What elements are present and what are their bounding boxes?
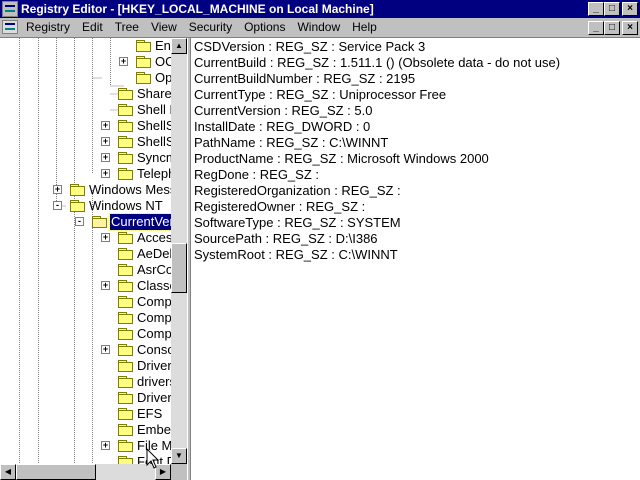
registry-value-row[interactable]: RegisteredOwner : REG_SZ : (194, 199, 365, 215)
horizontal-scroll-thumb[interactable] (16, 464, 96, 480)
registry-value-row[interactable]: SourcePath : REG_SZ : D:\I386 (194, 231, 378, 247)
vertical-scroll-thumb[interactable] (171, 243, 187, 293)
expand-icon[interactable]: + (53, 185, 62, 194)
registry-editor-app-icon[interactable] (2, 1, 18, 17)
expand-icon[interactable]: + (101, 137, 110, 146)
folder-icon (118, 232, 134, 244)
folder-icon (118, 312, 134, 324)
folder-icon (118, 328, 134, 340)
registry-values-pane[interactable]: CSDVersion : REG_SZ : Service Pack 3 Curr… (191, 38, 640, 480)
close-button[interactable]: × (622, 2, 638, 16)
registry-value-row[interactable]: SystemRoot : REG_SZ : C:\WINNT (194, 247, 398, 263)
folder-icon (118, 104, 134, 116)
folder-icon (118, 408, 134, 420)
menu-window[interactable]: Window (291, 18, 346, 37)
folder-icon (118, 424, 134, 436)
scrollbar-corner (171, 464, 187, 480)
expand-icon[interactable]: + (101, 233, 110, 242)
folder-icon (118, 120, 134, 132)
registry-value-row[interactable]: CurrentBuild : REG_SZ : 1.511.1 () (Obso… (194, 55, 560, 71)
registry-value-row[interactable]: RegDone : REG_SZ : (194, 167, 319, 183)
folder-icon (118, 248, 134, 260)
folder-icon (70, 200, 86, 212)
expand-icon[interactable]: + (101, 441, 110, 450)
open-folder-icon (92, 216, 108, 228)
folder-icon (118, 136, 134, 148)
folder-icon (136, 40, 152, 52)
folder-icon (118, 392, 134, 404)
menu-tree[interactable]: Tree (109, 18, 145, 37)
menu-bar: Registry Edit Tree View Security Options… (0, 18, 640, 38)
registry-value-row[interactable]: RegisteredOrganization : REG_SZ : (194, 183, 401, 199)
expand-icon[interactable]: + (101, 281, 110, 290)
folder-icon (118, 280, 134, 292)
registry-value-row[interactable]: CSDVersion : REG_SZ : Service Pack 3 (194, 39, 425, 55)
registry-value-row[interactable]: ProductName : REG_SZ : Microsoft Windows… (194, 151, 489, 167)
registry-value-row[interactable]: PathName : REG_SZ : C:\WINNT (194, 135, 388, 151)
mouse-pointer-icon (146, 448, 160, 469)
expand-icon[interactable]: + (101, 121, 110, 130)
child-restore-button[interactable]: □ (604, 21, 620, 35)
menu-registry[interactable]: Registry (20, 18, 76, 37)
folder-icon (136, 72, 152, 84)
folder-icon (118, 344, 134, 356)
menu-edit[interactable]: Edit (76, 18, 109, 37)
registry-value-row[interactable]: CurrentType : REG_SZ : Uniprocessor Free (194, 87, 446, 103)
tree-node-label[interactable]: EFS (136, 406, 163, 422)
collapse-icon[interactable]: - (75, 217, 84, 226)
registry-value-row[interactable]: CurrentVersion : REG_SZ : 5.0 (194, 103, 372, 119)
folder-icon (118, 168, 134, 180)
folder-icon (118, 440, 134, 452)
child-close-button[interactable]: × (622, 21, 638, 35)
maximize-button[interactable]: □ (604, 2, 620, 16)
document-window-icon[interactable] (2, 20, 18, 34)
folder-icon (136, 56, 152, 68)
registry-value-row[interactable]: InstallDate : REG_DWORD : 0 (194, 119, 370, 135)
menu-security[interactable]: Security (183, 18, 238, 37)
folder-icon (118, 88, 134, 100)
tree-node-label[interactable]: En (154, 38, 172, 54)
scroll-down-button[interactable]: ▼ (171, 448, 187, 464)
menu-options[interactable]: Options (238, 18, 291, 37)
folder-icon (70, 184, 86, 196)
registry-value-row[interactable]: SoftwareType : REG_SZ : SYSTEM (194, 215, 401, 231)
menu-view[interactable]: View (145, 18, 183, 37)
window-title: Registry Editor - [HKEY_LOCAL_MACHINE on… (21, 2, 374, 16)
registry-value-row[interactable]: CurrentBuildNumber : REG_SZ : 2195 (194, 71, 415, 87)
tree-vertical-scrollbar[interactable]: ▲ ▼ (171, 38, 187, 464)
tree-node-label[interactable]: Windows NT (88, 198, 164, 214)
title-bar[interactable]: Registry Editor - [HKEY_LOCAL_MACHINE on… (0, 0, 640, 18)
expand-icon[interactable]: + (101, 169, 110, 178)
collapse-icon[interactable]: - (53, 201, 62, 210)
minimize-button[interactable]: _ (588, 2, 604, 16)
child-minimize-button[interactable]: _ (588, 21, 604, 35)
folder-icon (118, 152, 134, 164)
scroll-left-button[interactable]: ◀ (0, 464, 16, 480)
folder-icon (118, 264, 134, 276)
scroll-up-button[interactable]: ▲ (171, 38, 187, 54)
expand-icon[interactable]: + (119, 57, 128, 66)
expand-icon[interactable]: + (101, 153, 110, 162)
expand-icon[interactable]: + (101, 345, 110, 354)
menu-help[interactable]: Help (346, 18, 383, 37)
registry-key-tree[interactable]: En+OCOpSharedDllsShell Extensions+ShellS… (0, 38, 187, 480)
folder-icon (118, 360, 134, 372)
folder-icon (118, 296, 134, 308)
folder-icon (118, 376, 134, 388)
